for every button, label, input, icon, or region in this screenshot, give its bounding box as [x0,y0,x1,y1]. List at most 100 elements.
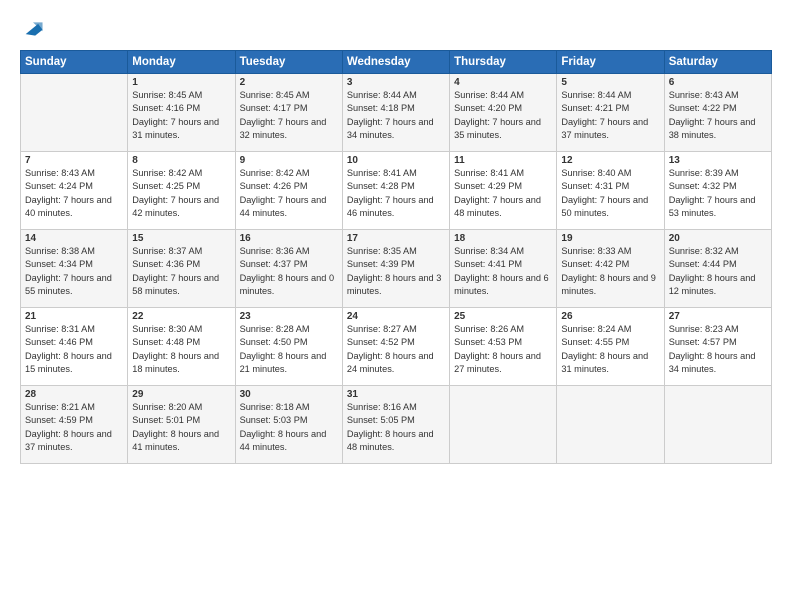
calendar-cell: 27Sunrise: 8:23 AMSunset: 4:57 PMDayligh… [664,308,771,386]
week-row-3: 21Sunrise: 8:31 AMSunset: 4:46 PMDayligh… [21,308,772,386]
calendar-cell: 16Sunrise: 8:36 AMSunset: 4:37 PMDayligh… [235,230,342,308]
calendar-body: 1Sunrise: 8:45 AMSunset: 4:16 PMDaylight… [21,74,772,464]
day-info: Sunrise: 8:28 AMSunset: 4:50 PMDaylight:… [240,323,338,376]
day-number: 28 [25,389,123,400]
day-number: 8 [132,155,230,166]
day-number: 20 [669,233,767,244]
day-number: 16 [240,233,338,244]
calendar-page: SundayMondayTuesdayWednesdayThursdayFrid… [0,0,792,612]
day-number: 18 [454,233,552,244]
day-number: 15 [132,233,230,244]
day-info: Sunrise: 8:26 AMSunset: 4:53 PMDaylight:… [454,323,552,376]
logo-icon [22,18,44,40]
day-info: Sunrise: 8:23 AMSunset: 4:57 PMDaylight:… [669,323,767,376]
calendar-cell: 8Sunrise: 8:42 AMSunset: 4:25 PMDaylight… [128,152,235,230]
calendar-cell: 13Sunrise: 8:39 AMSunset: 4:32 PMDayligh… [664,152,771,230]
header-row: SundayMondayTuesdayWednesdayThursdayFrid… [21,51,772,74]
day-number: 13 [669,155,767,166]
day-header-sunday: Sunday [21,51,128,74]
logo [20,18,46,40]
day-info: Sunrise: 8:33 AMSunset: 4:42 PMDaylight:… [561,245,659,298]
day-info: Sunrise: 8:43 AMSunset: 4:22 PMDaylight:… [669,89,767,142]
day-info: Sunrise: 8:37 AMSunset: 4:36 PMDaylight:… [132,245,230,298]
day-info: Sunrise: 8:45 AMSunset: 4:17 PMDaylight:… [240,89,338,142]
day-number: 17 [347,233,445,244]
calendar-cell [450,386,557,464]
day-info: Sunrise: 8:36 AMSunset: 4:37 PMDaylight:… [240,245,338,298]
day-number: 24 [347,311,445,322]
day-info: Sunrise: 8:18 AMSunset: 5:03 PMDaylight:… [240,401,338,454]
day-number: 14 [25,233,123,244]
day-header-wednesday: Wednesday [342,51,449,74]
day-header-monday: Monday [128,51,235,74]
day-header-friday: Friday [557,51,664,74]
day-info: Sunrise: 8:24 AMSunset: 4:55 PMDaylight:… [561,323,659,376]
calendar-cell [21,74,128,152]
calendar-cell: 7Sunrise: 8:43 AMSunset: 4:24 PMDaylight… [21,152,128,230]
calendar-cell: 21Sunrise: 8:31 AMSunset: 4:46 PMDayligh… [21,308,128,386]
calendar-cell: 24Sunrise: 8:27 AMSunset: 4:52 PMDayligh… [342,308,449,386]
day-info: Sunrise: 8:41 AMSunset: 4:28 PMDaylight:… [347,167,445,220]
day-number: 19 [561,233,659,244]
day-info: Sunrise: 8:44 AMSunset: 4:21 PMDaylight:… [561,89,659,142]
day-info: Sunrise: 8:35 AMSunset: 4:39 PMDaylight:… [347,245,445,298]
day-info: Sunrise: 8:30 AMSunset: 4:48 PMDaylight:… [132,323,230,376]
calendar-cell: 30Sunrise: 8:18 AMSunset: 5:03 PMDayligh… [235,386,342,464]
calendar-cell: 18Sunrise: 8:34 AMSunset: 4:41 PMDayligh… [450,230,557,308]
calendar-cell: 12Sunrise: 8:40 AMSunset: 4:31 PMDayligh… [557,152,664,230]
day-header-saturday: Saturday [664,51,771,74]
week-row-1: 7Sunrise: 8:43 AMSunset: 4:24 PMDaylight… [21,152,772,230]
day-number: 30 [240,389,338,400]
calendar-cell: 25Sunrise: 8:26 AMSunset: 4:53 PMDayligh… [450,308,557,386]
day-number: 6 [669,77,767,88]
calendar-cell: 26Sunrise: 8:24 AMSunset: 4:55 PMDayligh… [557,308,664,386]
day-info: Sunrise: 8:44 AMSunset: 4:20 PMDaylight:… [454,89,552,142]
day-number: 26 [561,311,659,322]
day-number: 4 [454,77,552,88]
day-info: Sunrise: 8:27 AMSunset: 4:52 PMDaylight:… [347,323,445,376]
day-number: 2 [240,77,338,88]
week-row-0: 1Sunrise: 8:45 AMSunset: 4:16 PMDaylight… [21,74,772,152]
calendar-cell: 17Sunrise: 8:35 AMSunset: 4:39 PMDayligh… [342,230,449,308]
day-number: 5 [561,77,659,88]
day-number: 31 [347,389,445,400]
week-row-4: 28Sunrise: 8:21 AMSunset: 4:59 PMDayligh… [21,386,772,464]
calendar-cell [557,386,664,464]
day-number: 23 [240,311,338,322]
day-number: 22 [132,311,230,322]
header [20,18,772,40]
day-number: 3 [347,77,445,88]
day-info: Sunrise: 8:16 AMSunset: 5:05 PMDaylight:… [347,401,445,454]
day-number: 7 [25,155,123,166]
calendar-cell: 3Sunrise: 8:44 AMSunset: 4:18 PMDaylight… [342,74,449,152]
day-number: 29 [132,389,230,400]
calendar-cell: 11Sunrise: 8:41 AMSunset: 4:29 PMDayligh… [450,152,557,230]
day-info: Sunrise: 8:39 AMSunset: 4:32 PMDaylight:… [669,167,767,220]
day-number: 9 [240,155,338,166]
day-info: Sunrise: 8:31 AMSunset: 4:46 PMDaylight:… [25,323,123,376]
calendar-cell: 5Sunrise: 8:44 AMSunset: 4:21 PMDaylight… [557,74,664,152]
calendar-table: SundayMondayTuesdayWednesdayThursdayFrid… [20,50,772,464]
day-info: Sunrise: 8:44 AMSunset: 4:18 PMDaylight:… [347,89,445,142]
day-info: Sunrise: 8:41 AMSunset: 4:29 PMDaylight:… [454,167,552,220]
calendar-cell: 22Sunrise: 8:30 AMSunset: 4:48 PMDayligh… [128,308,235,386]
calendar-header: SundayMondayTuesdayWednesdayThursdayFrid… [21,51,772,74]
day-info: Sunrise: 8:42 AMSunset: 4:25 PMDaylight:… [132,167,230,220]
day-info: Sunrise: 8:40 AMSunset: 4:31 PMDaylight:… [561,167,659,220]
day-info: Sunrise: 8:38 AMSunset: 4:34 PMDaylight:… [25,245,123,298]
calendar-cell: 9Sunrise: 8:42 AMSunset: 4:26 PMDaylight… [235,152,342,230]
day-number: 10 [347,155,445,166]
day-number: 25 [454,311,552,322]
day-info: Sunrise: 8:21 AMSunset: 4:59 PMDaylight:… [25,401,123,454]
day-info: Sunrise: 8:45 AMSunset: 4:16 PMDaylight:… [132,89,230,142]
day-info: Sunrise: 8:34 AMSunset: 4:41 PMDaylight:… [454,245,552,298]
calendar-cell: 15Sunrise: 8:37 AMSunset: 4:36 PMDayligh… [128,230,235,308]
day-header-tuesday: Tuesday [235,51,342,74]
calendar-cell: 29Sunrise: 8:20 AMSunset: 5:01 PMDayligh… [128,386,235,464]
calendar-cell: 19Sunrise: 8:33 AMSunset: 4:42 PMDayligh… [557,230,664,308]
day-info: Sunrise: 8:32 AMSunset: 4:44 PMDaylight:… [669,245,767,298]
day-info: Sunrise: 8:20 AMSunset: 5:01 PMDaylight:… [132,401,230,454]
calendar-cell: 6Sunrise: 8:43 AMSunset: 4:22 PMDaylight… [664,74,771,152]
day-info: Sunrise: 8:42 AMSunset: 4:26 PMDaylight:… [240,167,338,220]
week-row-2: 14Sunrise: 8:38 AMSunset: 4:34 PMDayligh… [21,230,772,308]
